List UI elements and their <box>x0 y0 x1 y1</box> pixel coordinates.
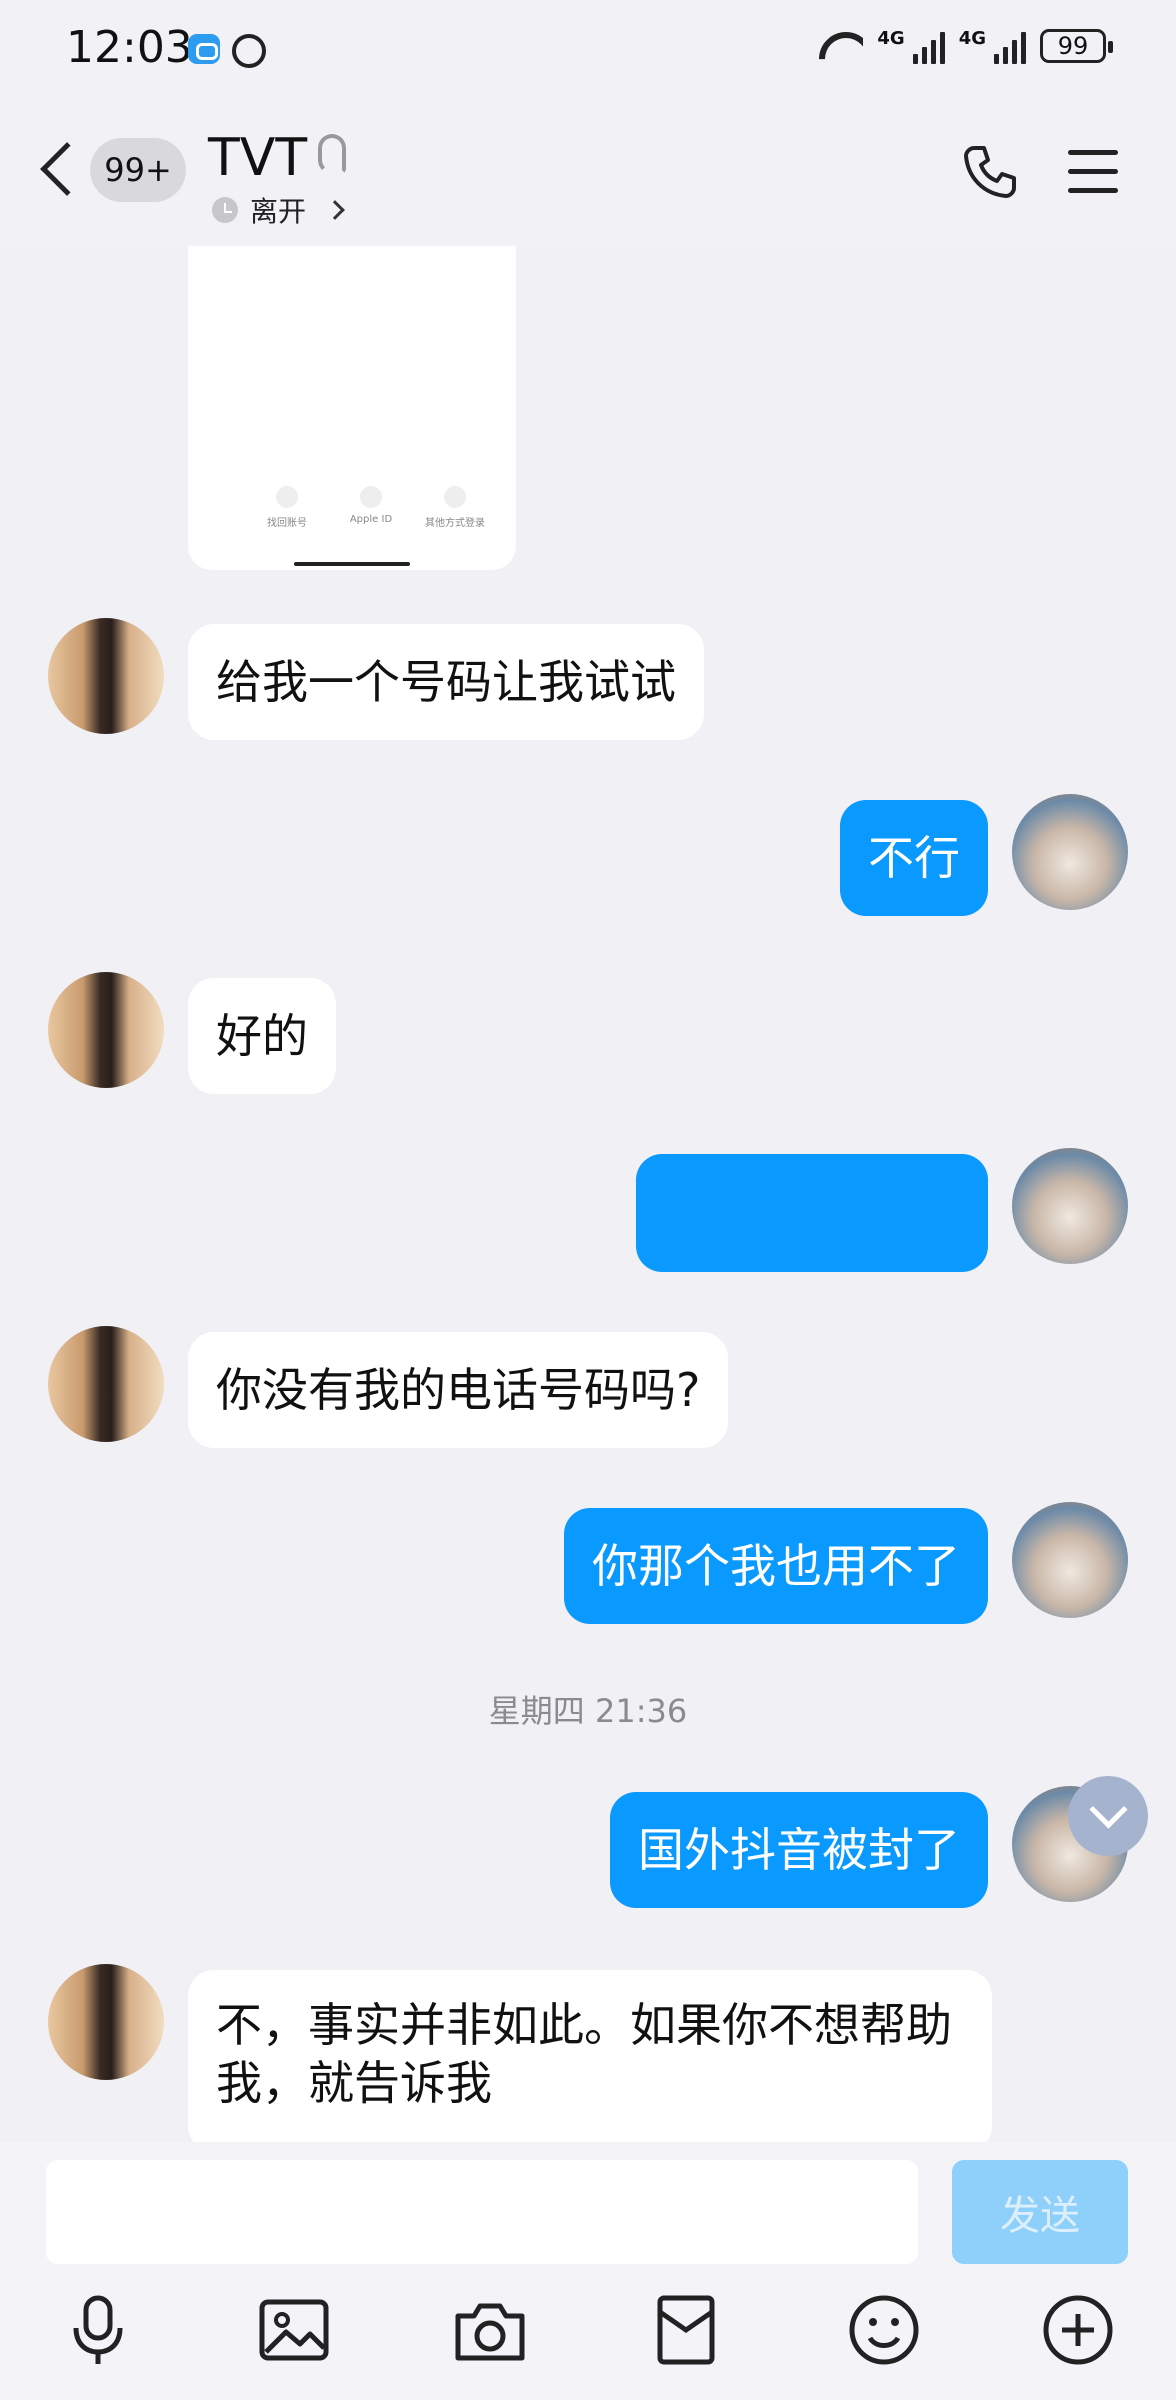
outgoing-message[interactable]: 你那个我也用不了 <box>564 1508 988 1624</box>
wifi-icon <box>817 28 863 64</box>
incoming-message[interactable]: 不，事实并非如此。如果你不想帮助我，就告诉我 <box>188 1970 992 2142</box>
incoming-message[interactable]: 你没有我的电话号码吗? <box>188 1332 729 1448</box>
outgoing-message-blurred[interactable] <box>636 1154 988 1272</box>
input-bar: 发送 <box>0 2142 1176 2400</box>
network-type-label-2: 4G <box>958 28 986 49</box>
contact-avatar[interactable] <box>48 972 164 1088</box>
outgoing-message[interactable]: 国外抖音被封了 <box>610 1792 988 1908</box>
chevron-right-icon <box>325 200 345 220</box>
home-indicator-bar <box>294 562 410 566</box>
status-indicators: 4G 4G 99 <box>817 28 1113 64</box>
ear-icon <box>318 134 346 174</box>
unread-count-badge[interactable]: 99+ <box>90 138 186 202</box>
clock-icon <box>212 197 238 223</box>
contact-avatar[interactable] <box>48 1326 164 1442</box>
input-toolbar <box>0 2292 1176 2382</box>
contact-avatar[interactable] <box>48 1964 164 2080</box>
network-type-label: 4G <box>877 28 905 49</box>
message-input[interactable] <box>46 2160 918 2264</box>
chat-header: 99+ TVT 离开 <box>0 98 1176 246</box>
emoji-icon[interactable] <box>846 2292 922 2368</box>
my-avatar[interactable] <box>1012 1502 1128 1618</box>
image-option: 其他方式登录 <box>425 486 485 529</box>
incoming-message[interactable]: 好的 <box>188 978 336 1094</box>
contact-avatar[interactable] <box>48 618 164 734</box>
alarm-icon <box>232 34 266 68</box>
red-packet-icon[interactable] <box>648 2292 724 2368</box>
microphone-icon[interactable] <box>60 2292 136 2368</box>
status-time: 12:03 <box>66 22 193 73</box>
contact-status[interactable]: 离开 <box>212 190 345 230</box>
image-login-options: 找回账号 Apple ID 其他方式登录 <box>260 486 485 529</box>
phone-call-icon[interactable] <box>960 142 1020 202</box>
my-avatar[interactable] <box>1012 1148 1128 1264</box>
message-notification-icon <box>188 34 220 64</box>
contact-name[interactable]: TVT <box>208 128 307 188</box>
camera-icon[interactable] <box>452 2292 528 2368</box>
image-message[interactable]: 找回账号 Apple ID 其他方式登录 <box>188 246 516 570</box>
incoming-message[interactable]: 给我一个号码让我试试 <box>188 624 704 740</box>
scroll-to-bottom-button[interactable] <box>1068 1776 1148 1856</box>
outgoing-message[interactable]: 不行 <box>840 800 988 916</box>
signal-icon-2: 4G <box>959 28 1026 64</box>
back-arrow-icon[interactable] <box>40 142 94 196</box>
battery-icon: 99 <box>1040 29 1113 63</box>
status-text: 离开 <box>250 195 307 228</box>
plus-icon[interactable] <box>1040 2292 1116 2368</box>
send-button[interactable]: 发送 <box>952 2160 1128 2264</box>
menu-icon[interactable] <box>1068 150 1118 194</box>
image-option: 找回账号 <box>260 486 314 529</box>
image-option: Apple ID <box>344 486 398 529</box>
my-avatar[interactable] <box>1012 794 1128 910</box>
signal-icon: 4G <box>877 28 945 64</box>
status-bar: 12:03 4G 4G 99 <box>0 0 1176 98</box>
image-icon[interactable] <box>256 2292 332 2368</box>
message-timestamp: 星期四 21:36 <box>488 1692 688 1730</box>
chat-message-list[interactable]: 找回账号 Apple ID 其他方式登录 给我一个号码让我试试 不行 好的 你没… <box>0 246 1176 2142</box>
